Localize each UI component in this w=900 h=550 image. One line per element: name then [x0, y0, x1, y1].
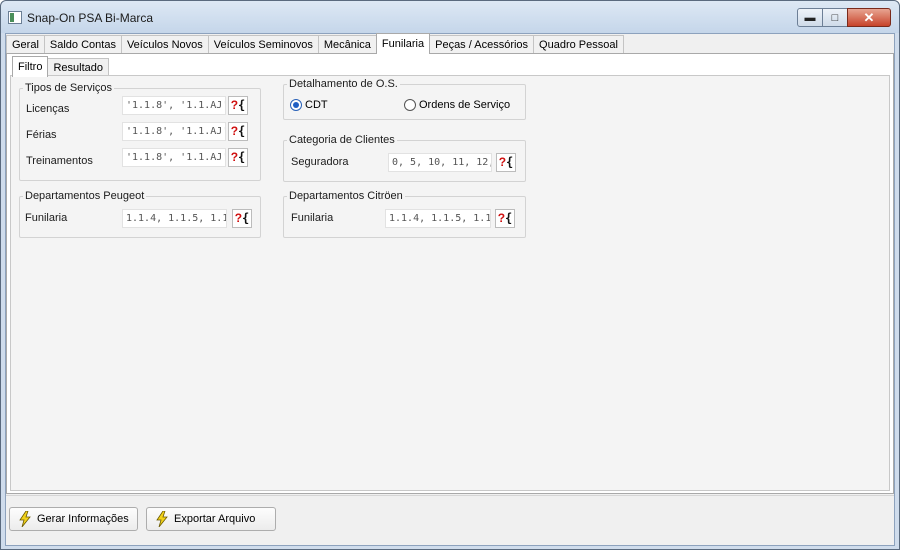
question-icon: ?	[498, 155, 507, 169]
treinamentos-field[interactable]: '1.1.8', '1.1.AJ', '1.1	[122, 148, 226, 167]
brace-icon: {	[505, 211, 513, 225]
seguradora-lookup-button[interactable]: ?{	[496, 153, 516, 172]
question-icon: ?	[230, 150, 239, 164]
action-bar: Gerar Informações Exportar Arquivo	[6, 495, 894, 545]
gerar-informacoes-label: Gerar Informações	[37, 513, 129, 525]
brace-icon: {	[242, 211, 250, 225]
client-area: Geral Saldo Contas Veículos Novos Veícul…	[5, 33, 895, 546]
question-icon: ?	[234, 211, 243, 225]
close-icon: ✕	[863, 9, 875, 25]
radio-ordens-servico[interactable]: Ordens de Serviço	[404, 99, 510, 111]
app-window: Snap-On PSA Bi-Marca ▬ □ ✕ Geral Saldo C…	[0, 0, 900, 550]
title-bar[interactable]: Snap-On PSA Bi-Marca ▬ □ ✕	[1, 1, 899, 33]
detalhamento-title: Detalhamento de O.S.	[289, 78, 398, 90]
tab-filtro[interactable]: Filtro	[12, 56, 49, 77]
tab-geral[interactable]: Geral	[6, 35, 45, 54]
radio-cdt[interactable]: CDT	[290, 99, 328, 111]
close-button[interactable]: ✕	[847, 8, 891, 27]
treinamentos-lookup-button[interactable]: ?{	[228, 148, 248, 167]
peugeot-funilaria-field[interactable]: 1.1.4, 1.1.5, 1.1.6,	[122, 209, 227, 228]
gerar-informacoes-button[interactable]: Gerar Informações	[9, 507, 138, 531]
filtro-panel: Tipos de Serviços Licenças '1.1.8', '1.1…	[10, 75, 890, 491]
exportar-arquivo-button[interactable]: Exportar Arquivo	[146, 507, 276, 531]
dep-citroen-title: Departamentos Citröen	[289, 190, 403, 202]
seguradora-label: Seguradora	[291, 156, 349, 168]
maximize-icon: □	[831, 11, 839, 24]
radio-cdt-label: CDT	[305, 99, 328, 111]
tipos-servicos-title: Tipos de Serviços	[25, 82, 113, 94]
tab-mecanica[interactable]: Mecânica	[317, 35, 377, 54]
tab-veiculos-novos[interactable]: Veículos Novos	[120, 35, 209, 54]
funilaria-panel: Filtro Resultado Tipos de Serviços Licen…	[6, 53, 894, 494]
categoria-clientes-title: Categoria de Clientes	[289, 134, 395, 146]
lightning-icon	[19, 511, 31, 527]
exportar-arquivo-label: Exportar Arquivo	[174, 513, 256, 525]
brace-icon: {	[238, 98, 246, 112]
dep-peugeot-title: Departamentos Peugeot	[25, 190, 145, 202]
brace-icon: {	[506, 155, 514, 169]
minimize-button[interactable]: ▬	[797, 8, 823, 27]
citroen-lookup-button[interactable]: ?{	[495, 209, 515, 228]
citroen-funilaria-label: Funilaria	[291, 212, 334, 224]
radio-ordens-label: Ordens de Serviço	[419, 99, 511, 111]
lightning-icon	[156, 511, 168, 527]
brace-icon: {	[238, 124, 246, 138]
peugeot-lookup-button[interactable]: ?{	[232, 209, 252, 228]
seguradora-field[interactable]: 0, 5, 10, 11, 12, 15,	[388, 153, 492, 172]
maximize-button[interactable]: □	[822, 8, 848, 27]
ferias-field[interactable]: '1.1.8', '1.1.AJ', '1.1	[122, 122, 226, 141]
divider	[6, 495, 894, 496]
app-icon	[8, 11, 22, 24]
question-icon: ?	[230, 98, 239, 112]
tab-veiculos-seminovos[interactable]: Veículos Seminovos	[207, 35, 319, 54]
radio-unselected-icon	[404, 99, 416, 111]
treinamentos-label: Treinamentos	[26, 155, 93, 167]
brace-icon: {	[238, 150, 246, 164]
tab-pecas-acessorios[interactable]: Peças / Acessórios	[429, 35, 535, 54]
licencas-lookup-button[interactable]: ?{	[228, 96, 248, 115]
radio-selected-icon	[290, 99, 302, 111]
tab-saldo-contas[interactable]: Saldo Contas	[43, 35, 122, 54]
sub-tab-bar: Filtro Resultado	[12, 56, 109, 77]
ferias-label: Férias	[26, 129, 57, 141]
citroen-funilaria-field[interactable]: 1.1.4, 1.1.5, 1.1.6,	[385, 209, 491, 228]
peugeot-funilaria-label: Funilaria	[25, 212, 68, 224]
question-icon: ?	[230, 124, 239, 138]
tab-quadro-pessoal[interactable]: Quadro Pessoal	[533, 35, 624, 54]
tab-funilaria[interactable]: Funilaria	[375, 33, 431, 54]
window-title: Snap-On PSA Bi-Marca	[27, 11, 154, 25]
window-controls: ▬ □ ✕	[797, 8, 891, 27]
minimize-icon: ▬	[804, 11, 816, 24]
licencas-field[interactable]: '1.1.8', '1.1.AJ', '1.1	[122, 96, 226, 115]
question-icon: ?	[497, 211, 506, 225]
main-tab-bar: Geral Saldo Contas Veículos Novos Veícul…	[6, 33, 624, 54]
ferias-lookup-button[interactable]: ?{	[228, 122, 248, 141]
licencas-label: Licenças	[26, 103, 70, 115]
